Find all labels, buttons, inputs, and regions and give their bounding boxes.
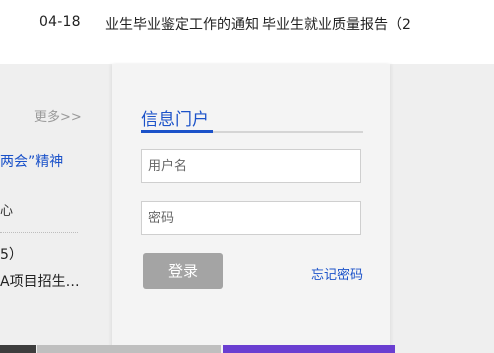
username-input[interactable] xyxy=(142,150,360,182)
bottom-image-thumb[interactable] xyxy=(37,345,221,353)
news-item-text[interactable]: 心 xyxy=(0,200,13,219)
news-item-text[interactable]: 5） xyxy=(0,244,23,264)
login-card: 信息门户 登录 忘记密码 xyxy=(112,64,390,353)
page: 04-18 业生毕业鉴定工作的通知 毕业生就业质量报告（2 更多>> 两会”精神… xyxy=(0,0,494,353)
top-news-strip: 04-18 业生毕业鉴定工作的通知 毕业生就业质量报告（2 xyxy=(0,0,494,64)
bottom-image-thumb[interactable] xyxy=(223,345,395,353)
password-input[interactable] xyxy=(142,202,360,234)
login-card-title: 信息门户 xyxy=(141,110,209,130)
forgot-password-link[interactable]: 忘记密码 xyxy=(311,264,363,283)
username-field-box xyxy=(141,149,361,183)
news-link-two-sessions[interactable]: 两会”精神 xyxy=(0,151,63,171)
more-link[interactable]: 更多>> xyxy=(34,106,82,125)
login-button[interactable]: 登录 xyxy=(143,253,223,289)
divider xyxy=(0,232,78,233)
password-field-box xyxy=(141,201,361,235)
news-link-employment-report[interactable]: 毕业生就业质量报告（2 xyxy=(262,14,411,34)
title-underline-accent xyxy=(141,130,213,133)
news-link-graduation-notice[interactable]: 业生毕业鉴定工作的通知 xyxy=(105,14,259,34)
news-date: 04-18 xyxy=(39,14,81,30)
news-link-program-enrollment[interactable]: A项目招生… xyxy=(0,271,80,291)
bottom-image-thumb[interactable] xyxy=(0,345,36,353)
